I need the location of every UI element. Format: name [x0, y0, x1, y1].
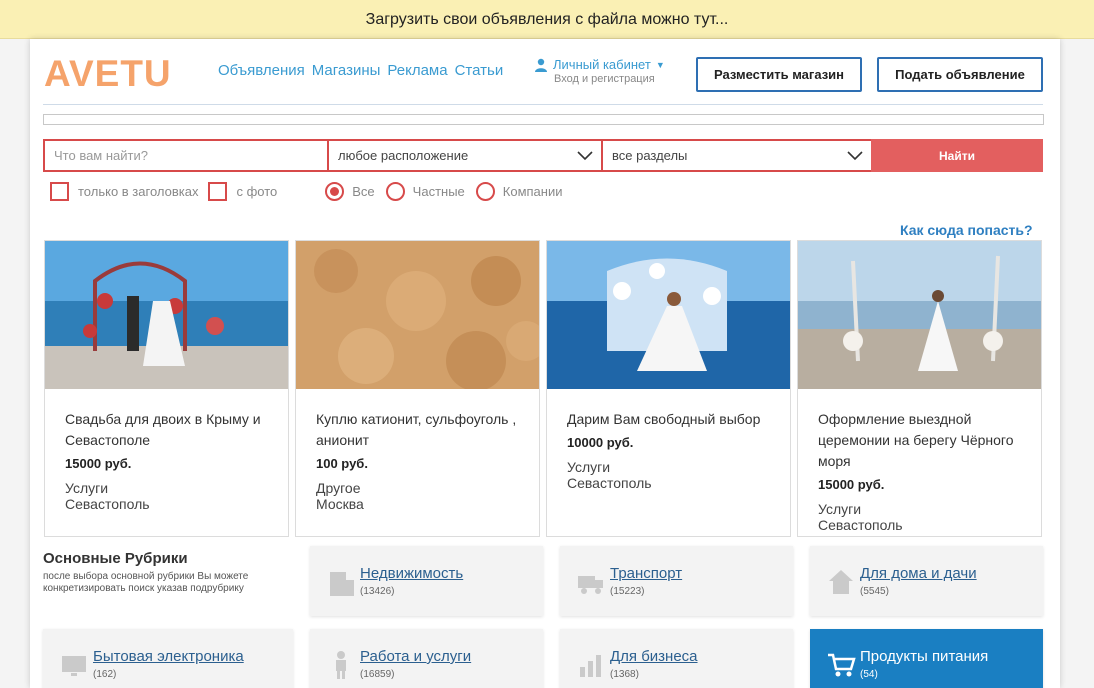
- how-to-get-here-link[interactable]: Как сюда попасть?: [900, 222, 1033, 238]
- chart-icon: [580, 655, 601, 677]
- listing-category: Другое: [316, 480, 361, 496]
- rubric-name[interactable]: Работа и услуги: [360, 648, 471, 665]
- section-value: все разделы: [612, 148, 688, 163]
- listing-card[interactable]: Свадьба для двоих в Крыму и Севастополе …: [44, 240, 289, 537]
- listing-category: Услуги: [567, 459, 611, 475]
- cart-icon: [828, 653, 856, 677]
- house-icon: [829, 570, 853, 594]
- rubric-name[interactable]: Транспорт: [610, 565, 682, 582]
- rubric-count: (162): [93, 669, 117, 680]
- listing-card[interactable]: Оформление выездной церемонии на берегу …: [797, 240, 1042, 537]
- rubrics-description: после выбора основной рубрики Вы можете …: [43, 571, 249, 594]
- listing-category: Услуги: [65, 480, 109, 496]
- listing-price: 15000 руб.: [65, 456, 132, 471]
- search-input[interactable]: Что вам найти?: [43, 139, 327, 172]
- main-nav: Объявления Магазины Реклама Статьи: [218, 62, 503, 79]
- rubric-home-garden[interactable]: Для дома и дачи (5545): [810, 546, 1043, 616]
- listing-category: Услуги: [818, 501, 862, 517]
- listing-price: 10000 руб.: [567, 435, 634, 450]
- nav-ads[interactable]: Объявления: [218, 62, 305, 79]
- rubric-name[interactable]: Недвижимость: [360, 565, 463, 582]
- listing-price: 100 руб.: [316, 456, 368, 471]
- rubric-real-estate[interactable]: Недвижимость (13426): [310, 546, 543, 616]
- rubric-count: (15223): [610, 586, 645, 597]
- rubrics-heading: Основные Рубрики: [43, 550, 188, 567]
- location-select[interactable]: любое расположение: [327, 139, 601, 172]
- search-filters: только в заголовках с фото Все Частные К…: [50, 182, 563, 201]
- upload-banner-text[interactable]: Загрузить свои объявления с файла можно …: [366, 11, 729, 28]
- rubric-food[interactable]: Продукты питания (54): [810, 629, 1043, 688]
- rubric-name[interactable]: Для дома и дачи: [860, 565, 977, 582]
- rubric-count: (54): [860, 669, 878, 680]
- chevron-down-icon: [847, 151, 863, 161]
- chevron-down-icon: [577, 151, 593, 161]
- listing-city: Севастополь: [818, 517, 903, 533]
- listing-image[interactable]: [45, 241, 288, 389]
- nav-shops[interactable]: Магазины: [312, 62, 381, 79]
- listing-city: Москва: [316, 496, 364, 512]
- titles-only-checkbox[interactable]: [50, 182, 69, 201]
- listing-title[interactable]: Свадьба для двоих в Крыму и Севастополе: [65, 409, 268, 451]
- account-menu[interactable]: Личный кабинет ▼ Вход и регистрация: [534, 57, 665, 85]
- search-button[interactable]: Найти: [871, 139, 1043, 172]
- rubric-electronics[interactable]: Бытовая электроника (162): [43, 629, 293, 688]
- post-ad-button[interactable]: Подать объявление: [877, 57, 1043, 92]
- building-icon: [330, 572, 354, 596]
- user-icon: [535, 58, 547, 72]
- empty-strip: [43, 114, 1044, 125]
- rubric-count: (16859): [360, 669, 395, 680]
- radio-companies[interactable]: [475, 182, 495, 201]
- rubric-jobs-services[interactable]: Работа и услуги (16859): [310, 629, 543, 688]
- place-shop-button[interactable]: Разместить магазин: [696, 57, 862, 92]
- listing-title[interactable]: Дарим Вам свободный выбор: [567, 409, 770, 430]
- rubric-count: (1368): [610, 669, 639, 680]
- rubric-name[interactable]: Для бизнеса: [610, 648, 698, 665]
- listing-city: Севастополь: [65, 496, 150, 512]
- listing-image[interactable]: [547, 241, 790, 389]
- radio-companies-label: Компании: [502, 184, 563, 199]
- listing-title[interactable]: Оформление выездной церемонии на берегу …: [818, 409, 1021, 472]
- rubric-transport[interactable]: Транспорт (15223): [560, 546, 793, 616]
- listing-price: 15000 руб.: [818, 477, 885, 492]
- chevron-down-icon: ▼: [655, 59, 665, 70]
- site-logo[interactable]: AVETU: [44, 53, 172, 95]
- listing-card[interactable]: Дарим Вам свободный выбор 10000 руб. Усл…: [546, 240, 791, 537]
- tv-icon: [62, 656, 86, 676]
- search-bar: Что вам найти? любое расположение все ра…: [43, 139, 1043, 172]
- radio-private-label: Частные: [412, 184, 465, 199]
- radio-private[interactable]: [385, 182, 405, 201]
- nav-advertising[interactable]: Реклама: [387, 62, 447, 79]
- upload-banner[interactable]: Загрузить свои объявления с файла можно …: [0, 0, 1094, 39]
- listing-image[interactable]: [798, 241, 1041, 389]
- rubric-name[interactable]: Продукты питания: [860, 648, 988, 665]
- rubric-business[interactable]: Для бизнеса (1368): [560, 629, 793, 688]
- truck-icon: [578, 576, 603, 594]
- radio-all[interactable]: [325, 182, 345, 201]
- radio-all-label: Все: [352, 184, 375, 199]
- location-value: любое расположение: [338, 148, 469, 163]
- with-photo-label: с фото: [236, 184, 278, 199]
- nav-articles[interactable]: Статьи: [455, 62, 504, 79]
- listing-image[interactable]: [296, 241, 539, 389]
- rubric-count: (13426): [360, 586, 395, 597]
- with-photo-checkbox[interactable]: [208, 182, 228, 201]
- radio-selected-dot: [330, 187, 340, 196]
- person-icon: [336, 651, 346, 679]
- page-container: AVETU Объявления Магазины Реклама Статьи…: [30, 39, 1060, 688]
- titles-only-label: только в заголовках: [78, 184, 199, 199]
- header-divider: [43, 104, 1043, 105]
- listing-city: Севастополь: [567, 475, 652, 491]
- account-label[interactable]: Личный кабинет: [553, 57, 651, 72]
- listing-title[interactable]: Куплю катионит, сульфоуголь , анионит: [316, 409, 519, 451]
- listing-card[interactable]: Куплю катионит, сульфоуголь , анионит 10…: [295, 240, 540, 537]
- rubric-count: (5545): [860, 586, 889, 597]
- rubric-name[interactable]: Бытовая электроника: [93, 648, 244, 665]
- section-select[interactable]: все разделы: [601, 139, 871, 172]
- login-register-link[interactable]: Вход и регистрация: [554, 73, 665, 85]
